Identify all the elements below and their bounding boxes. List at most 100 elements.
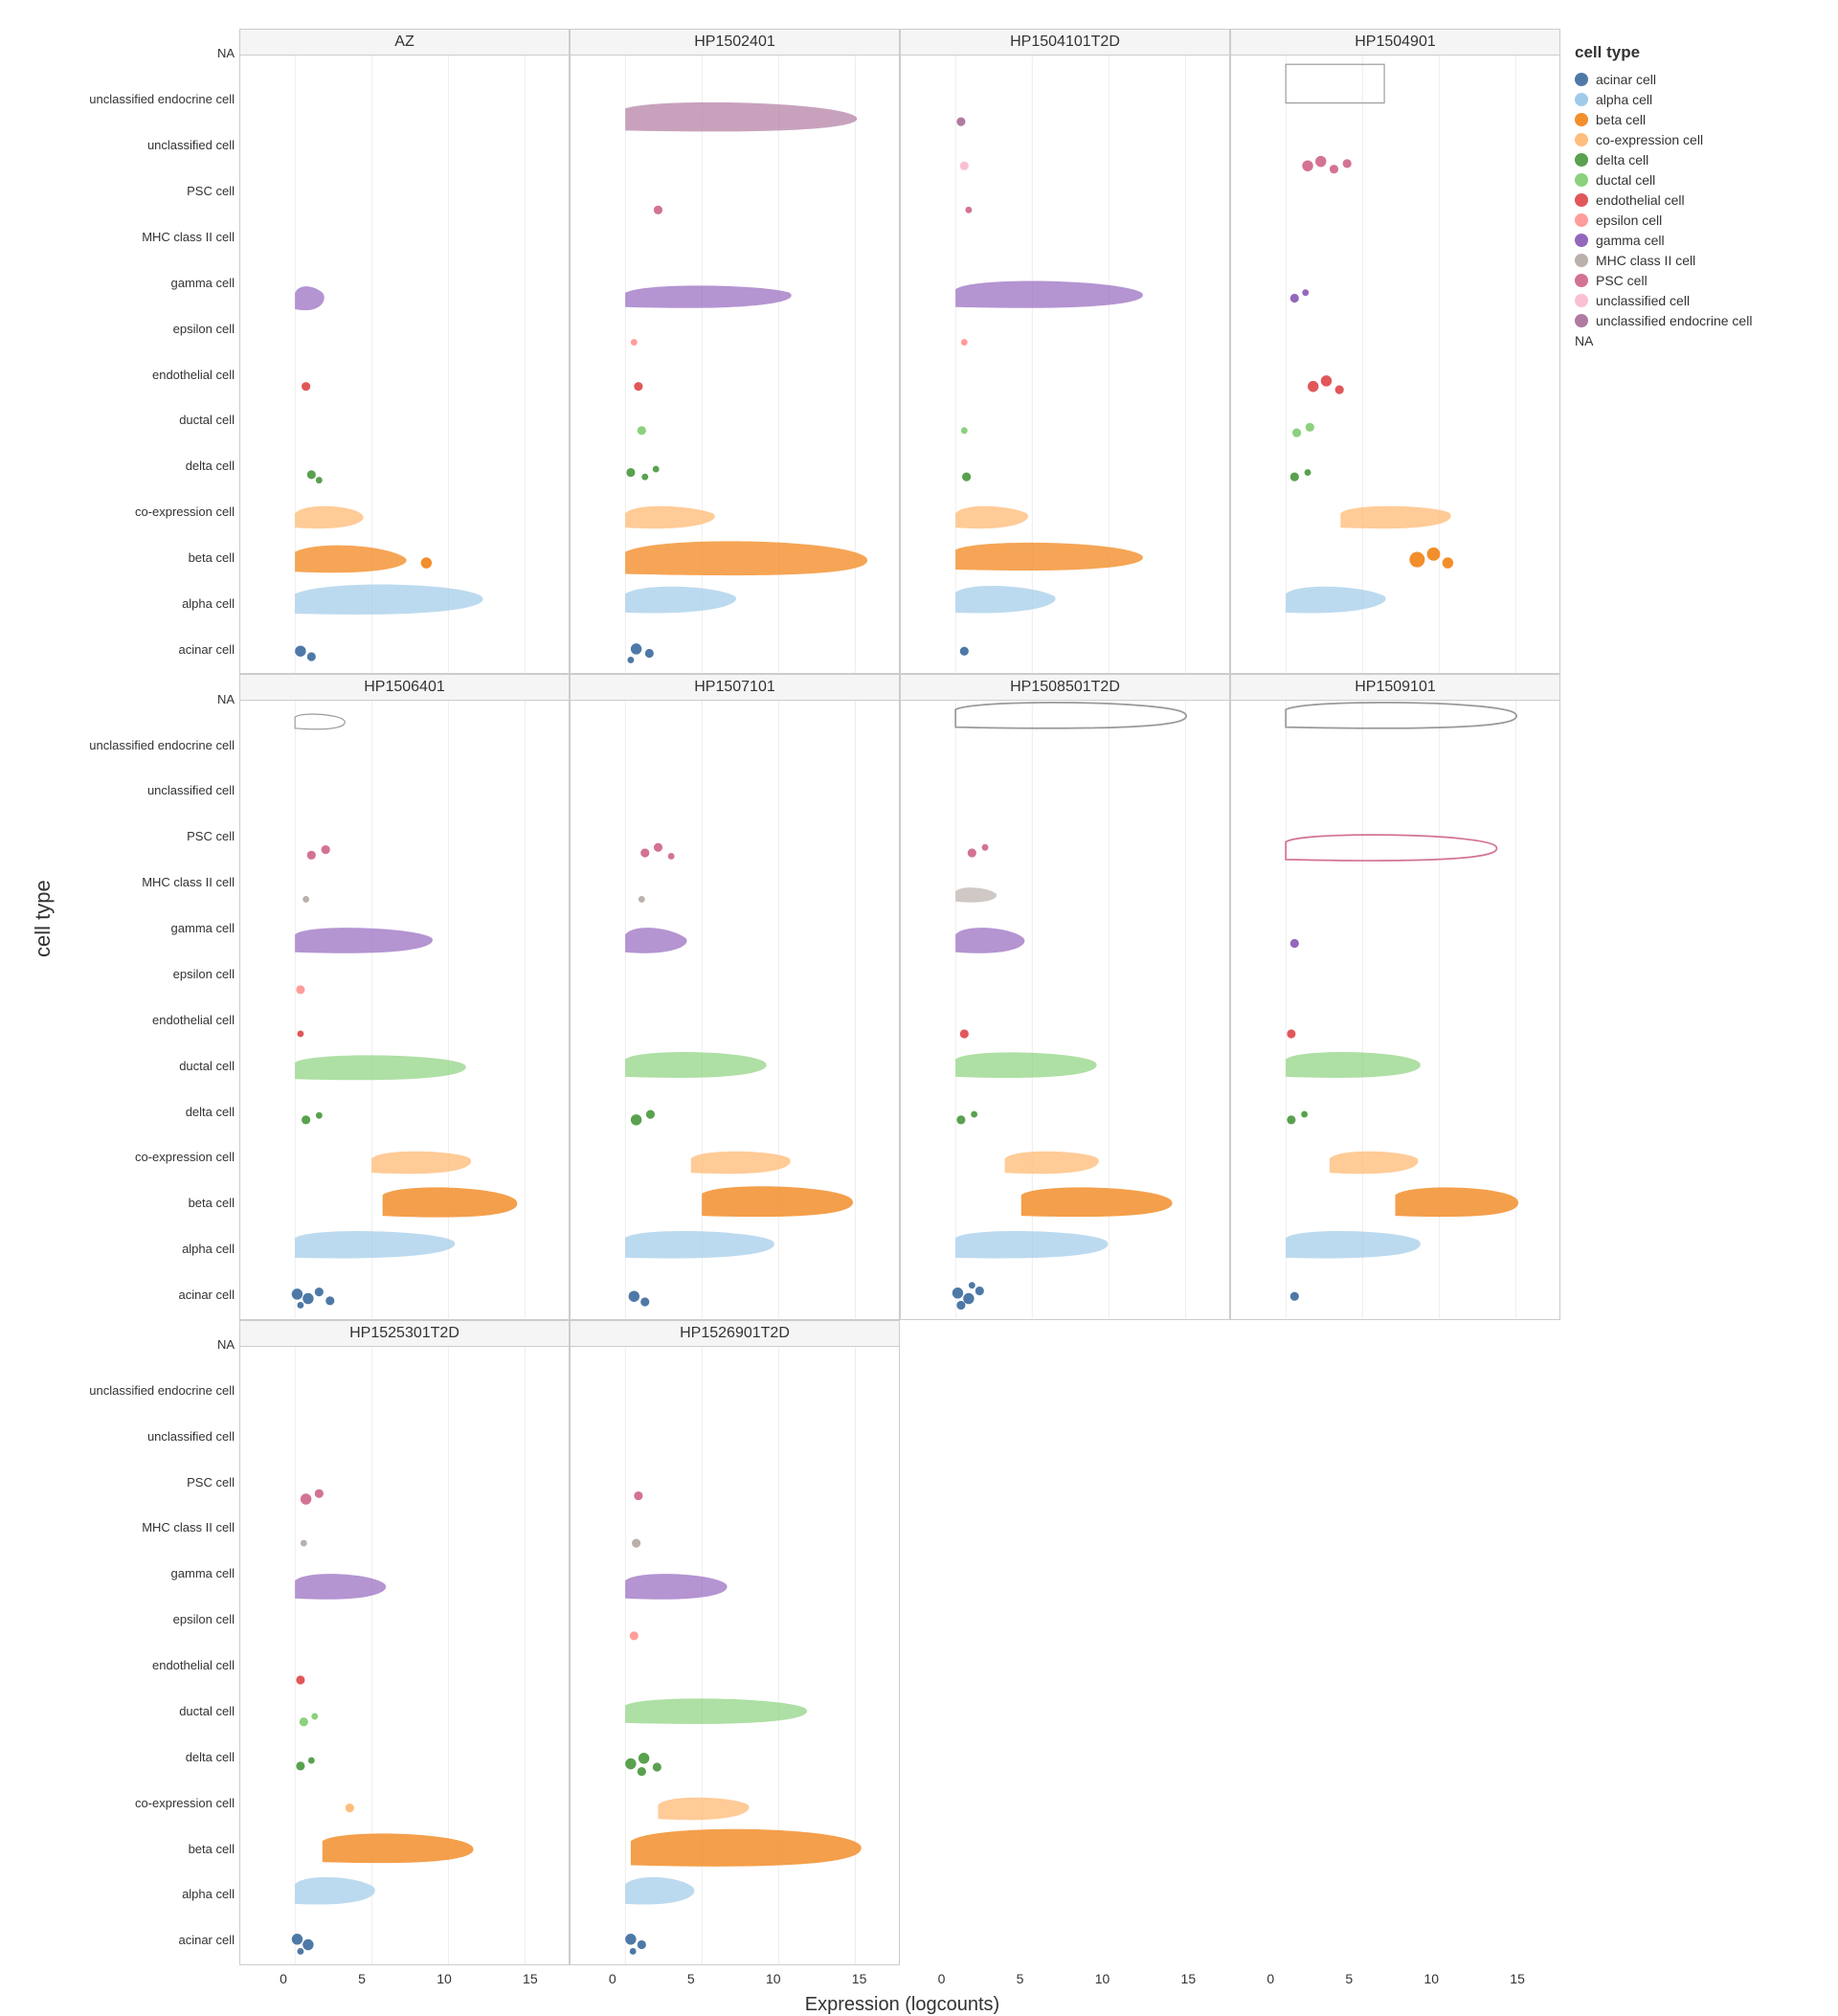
y-label-beta: beta cell: [62, 551, 239, 564]
xtick-10-p2: 10: [766, 1971, 781, 1986]
panel-hp1509101: HP1509101: [1230, 674, 1560, 1319]
panel-hp1526901t2d-title: HP1526901T2D: [571, 1321, 899, 1347]
y-label-ductal-r3: ductal cell: [62, 1705, 239, 1717]
panel-hp1509101-title: HP1509101: [1231, 675, 1559, 701]
panel-hp1504901: HP1504901: [1230, 29, 1560, 674]
legend-item-coexp: co-expression cell: [1575, 132, 1795, 147]
panel-hp1526901t2d-body: [571, 1347, 899, 1964]
panel-hp1506401-title: HP1506401: [240, 675, 569, 701]
legend-label-na: NA: [1575, 333, 1593, 348]
panel-az-body: [240, 56, 569, 673]
x-ticks-p1: 0 5 10 15: [244, 1969, 573, 1988]
legend-dot-delta: [1575, 153, 1588, 167]
xtick-0-p3: 0: [938, 1971, 946, 1986]
legend-item-unclassified-endo: unclassified endocrine cell: [1575, 313, 1795, 328]
y-label-psc-r2: PSC cell: [62, 830, 239, 842]
panel-hp1502401-body: [571, 56, 899, 673]
x-ticks-p3: 0 5 10 15: [903, 1969, 1232, 1988]
x-ticks-row: 0 5 10 15 0 5 10 15 0: [244, 1969, 1560, 1988]
legend-dot-mhc: [1575, 254, 1588, 267]
legend-label-ductal: ductal cell: [1596, 172, 1655, 188]
main-container: cell type NA unclassified endocrine cell…: [10, 10, 1828, 1828]
legend-label-psc: PSC cell: [1596, 273, 1647, 288]
y-label-endo: endothelial cell: [62, 369, 239, 381]
xtick-5-p3: 5: [1017, 1971, 1024, 1986]
y-label-psc: PSC cell: [62, 185, 239, 197]
panel-hp1526901t2d: HP1526901T2D: [570, 1320, 900, 1965]
xtick-10-p4: 10: [1423, 1971, 1439, 1986]
row1: NA unclassified endocrine cell unclassif…: [62, 29, 1560, 674]
xtick-5-p2: 5: [687, 1971, 695, 1986]
legend-label-mhc: MHC class II cell: [1596, 253, 1695, 268]
xtick-15-p4: 15: [1510, 1971, 1525, 1986]
panel-hp1526901t2d-svg: [571, 1347, 899, 1964]
y-label-delta-r3: delta cell: [62, 1751, 239, 1763]
legend-dot-ductal: [1575, 173, 1588, 187]
xtick-0-p2: 0: [609, 1971, 616, 1986]
x-axis-area: 0 5 10 15 0 5 10 15 0: [244, 1969, 1560, 2016]
x-ticks-p2: 0 5 10 15: [573, 1969, 903, 1988]
y-label-unclass-endo: unclassified endocrine cell: [62, 93, 239, 105]
panel-az-title: AZ: [240, 30, 569, 56]
legend-item-na: NA: [1575, 333, 1795, 348]
legend-item-alpha: alpha cell: [1575, 92, 1795, 107]
panel-hp1504101t2d-svg: [901, 56, 1229, 673]
panel-hp1507101-title: HP1507101: [571, 675, 899, 701]
panel-hp1509101-body: [1231, 701, 1559, 1318]
panels-row2: HP1506401: [239, 674, 1560, 1319]
legend-dot-psc: [1575, 274, 1588, 287]
y-labels-row3: NA unclassified endocrine cell unclassif…: [62, 1320, 239, 1965]
x-axis-container: 0 5 10 15 0 5 10 15 0: [244, 1969, 1560, 2016]
y-label-coexp-r3: co-expression cell: [62, 1797, 239, 1809]
row2: NA unclassified endocrine cell unclassif…: [62, 674, 1560, 1319]
y-label-endo-r2: endothelial cell: [62, 1014, 239, 1026]
panel-hp1504901-body: [1231, 56, 1559, 673]
panel-hp1508501t2d-svg: [901, 701, 1229, 1318]
plot-with-yaxis: cell type NA unclassified endocrine cell…: [29, 29, 1560, 1809]
y-label-na: NA: [62, 47, 239, 59]
y-label-gamma: gamma cell: [62, 277, 239, 289]
panel-hp1506401-body: [240, 701, 569, 1318]
y-label-alpha-r2: alpha cell: [62, 1243, 239, 1255]
xtick-10-p1: 10: [437, 1971, 452, 1986]
x-axis-label: Expression (logcounts): [805, 1994, 999, 2016]
panel-hp1506401: HP1506401: [239, 674, 570, 1319]
row3: NA unclassified endocrine cell unclassif…: [62, 1320, 1560, 1965]
y-label-unclass: unclassified cell: [62, 139, 239, 151]
y-label-alpha: alpha cell: [62, 597, 239, 610]
legend-item-beta: beta cell: [1575, 112, 1795, 127]
y-label-beta-r3: beta cell: [62, 1843, 239, 1855]
legend-item-endothelial: endothelial cell: [1575, 192, 1795, 208]
y-label-psc-r3: PSC cell: [62, 1476, 239, 1489]
y-label-epsilon-r2: epsilon cell: [62, 968, 239, 980]
panel-hp1509101-svg: [1231, 701, 1559, 1318]
panels-row3: HP1525301T2D: [239, 1320, 1560, 1965]
panel-hp1508501t2d: HP1508501T2D: [900, 674, 1230, 1319]
y-label-endo-r3: endothelial cell: [62, 1659, 239, 1671]
y-label-delta-r2: delta cell: [62, 1106, 239, 1118]
legend-label-endothelial: endothelial cell: [1596, 192, 1685, 208]
y-label-mhc-r3: MHC class II cell: [62, 1521, 239, 1534]
panel-az: AZ: [239, 29, 570, 674]
xtick-15-p2: 15: [852, 1971, 867, 1986]
xtick-5-p4: 5: [1345, 1971, 1353, 1986]
legend-item-delta: delta cell: [1575, 152, 1795, 168]
panels-row1: AZ: [239, 29, 1560, 674]
panel-hp1525301t2d-body: [240, 1347, 569, 1964]
y-label-unclass-endo-r3: unclassified endocrine cell: [62, 1384, 239, 1397]
panel-hp1502401-svg: [571, 56, 899, 673]
legend-title: cell type: [1575, 43, 1795, 62]
legend-label-alpha: alpha cell: [1596, 92, 1652, 107]
legend-label-gamma: gamma cell: [1596, 233, 1665, 248]
legend-label-beta: beta cell: [1596, 112, 1646, 127]
y-label-acinar-r3: acinar cell: [62, 1934, 239, 1946]
panel-hp1504901-svg: [1231, 56, 1559, 673]
y-label-beta-r2: beta cell: [62, 1197, 239, 1209]
y-label-acinar-r2: acinar cell: [62, 1288, 239, 1301]
panel-hp1508501t2d-title: HP1508501T2D: [901, 675, 1229, 701]
legend-dot-beta: [1575, 113, 1588, 126]
xtick-15-p1: 15: [523, 1971, 538, 1986]
y-label-ductal-r2: ductal cell: [62, 1060, 239, 1072]
legend-dot-endothelial: [1575, 193, 1588, 207]
placeholder-2: [1230, 1320, 1560, 1965]
